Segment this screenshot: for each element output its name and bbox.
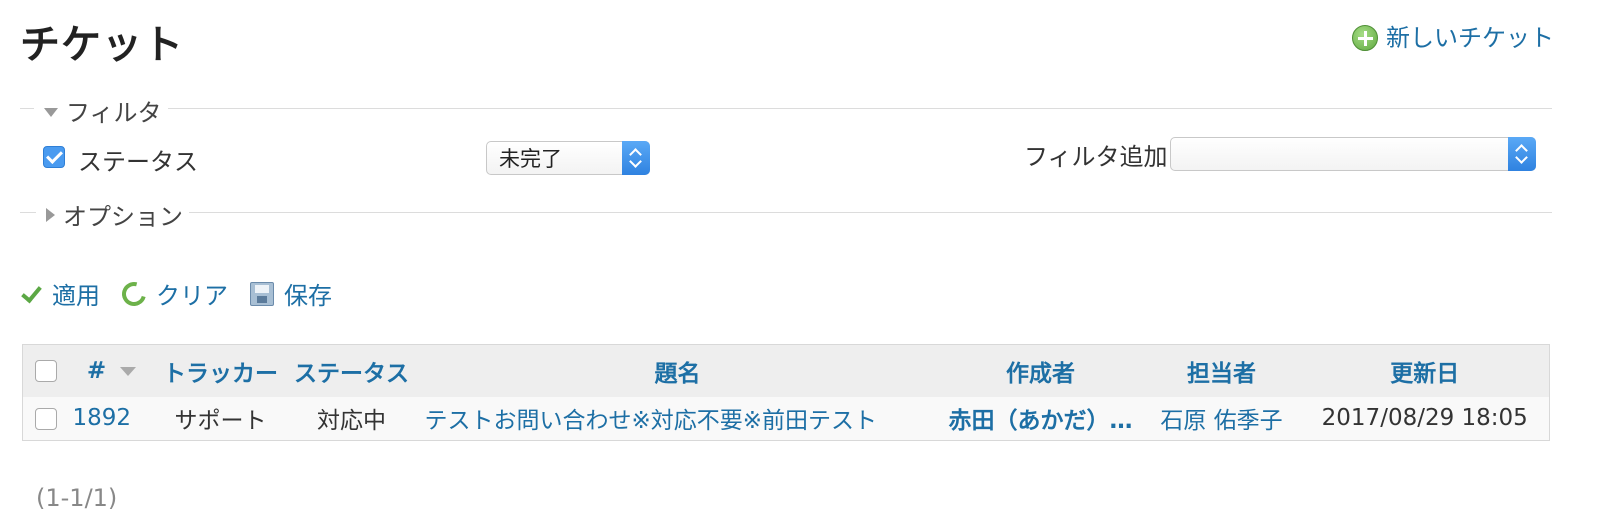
select-all-cell: [22, 344, 69, 397]
pagination-count: (1-1/1): [36, 484, 118, 512]
column-header-tracker[interactable]: トラッカー: [154, 344, 287, 397]
clear-label: クリア: [156, 282, 228, 310]
column-header-id-label: #: [86, 357, 107, 384]
save-button[interactable]: 保存: [250, 276, 332, 311]
cell-updated: 2017/08/29 18:05: [1300, 396, 1550, 441]
filter-legend[interactable]: フィルタ: [34, 93, 168, 128]
cell-author: 赤田（あかだ）…: [938, 396, 1143, 441]
save-label: 保存: [284, 282, 332, 310]
options-fieldset-line: [20, 212, 1552, 213]
cell-status: 対応中: [286, 396, 417, 441]
column-header-assignee[interactable]: 担当者: [1142, 344, 1301, 397]
column-header-updated[interactable]: 更新日: [1300, 344, 1550, 397]
status-select-value: 未完了: [499, 147, 562, 171]
status-operator-select[interactable]: 未完了: [486, 141, 650, 175]
sort-desc-icon: [120, 366, 137, 376]
issues-table: # トラッカー ステータス 題名 作成者 担当者 更新日 1892 サポート 対…: [22, 344, 1550, 441]
table-row: 1892 サポート 対応中 テストお問い合わせ※対応不要※前田テスト 赤田（あか…: [22, 396, 1550, 441]
apply-label: 適用: [52, 282, 100, 310]
select-all-checkbox[interactable]: [34, 360, 57, 383]
options-legend-label: オプション: [63, 203, 183, 231]
expand-triangle-icon: [46, 207, 55, 222]
new-issue-link[interactable]: 新しいチケット: [1352, 18, 1554, 53]
issues-page: チケット 新しいチケット フィルタ ステータス 未完了 フィルタ追加 オプション…: [0, 0, 1612, 520]
issue-subject-link[interactable]: テストお問い合わせ※対応不要※前田テスト: [425, 408, 878, 434]
apply-button[interactable]: 適用: [20, 276, 100, 311]
select-arrows-icon: [1508, 137, 1536, 171]
checkmark-icon: [20, 283, 42, 305]
collapse-triangle-icon: [44, 108, 58, 117]
table-header-row: # トラッカー ステータス 題名 作成者 担当者 更新日: [22, 344, 1550, 397]
reload-icon: [117, 277, 151, 310]
add-filter-select[interactable]: [1170, 137, 1536, 171]
select-arrows-icon: [622, 141, 650, 175]
cell-id: 1892: [68, 396, 155, 441]
options-legend[interactable]: オプション: [36, 197, 189, 232]
status-filter-label: ステータス: [78, 148, 198, 176]
clear-button[interactable]: クリア: [117, 276, 228, 311]
filter-legend-label: フィルタ: [66, 99, 162, 127]
status-filter-checkbox[interactable]: [43, 146, 65, 168]
page-title: チケット: [20, 22, 184, 68]
filter-fieldset-line: [20, 108, 1552, 109]
issue-id-link[interactable]: 1892: [73, 405, 132, 431]
floppy-disk-icon: [250, 281, 274, 306]
row-checkbox[interactable]: [34, 407, 57, 430]
add-circle-icon: [1352, 24, 1378, 51]
assignee-link[interactable]: 石原 佑季子: [1160, 408, 1282, 434]
query-actions: 適用 クリア 保存: [20, 276, 332, 311]
column-header-author[interactable]: 作成者: [938, 344, 1143, 397]
add-filter-label: フィルタ追加: [1024, 143, 1168, 171]
cell-tracker: サポート: [154, 396, 287, 441]
new-issue-label: 新しいチケット: [1386, 24, 1554, 52]
column-header-subject[interactable]: 題名: [416, 344, 939, 397]
author-link[interactable]: 赤田（あかだ）…: [949, 408, 1133, 434]
cell-subject: テストお問い合わせ※対応不要※前田テスト: [416, 396, 939, 441]
column-header-status[interactable]: ステータス: [286, 344, 417, 397]
cell-assignee: 石原 佑季子: [1142, 396, 1301, 441]
column-header-id[interactable]: #: [68, 344, 155, 397]
row-select-cell: [22, 396, 69, 441]
